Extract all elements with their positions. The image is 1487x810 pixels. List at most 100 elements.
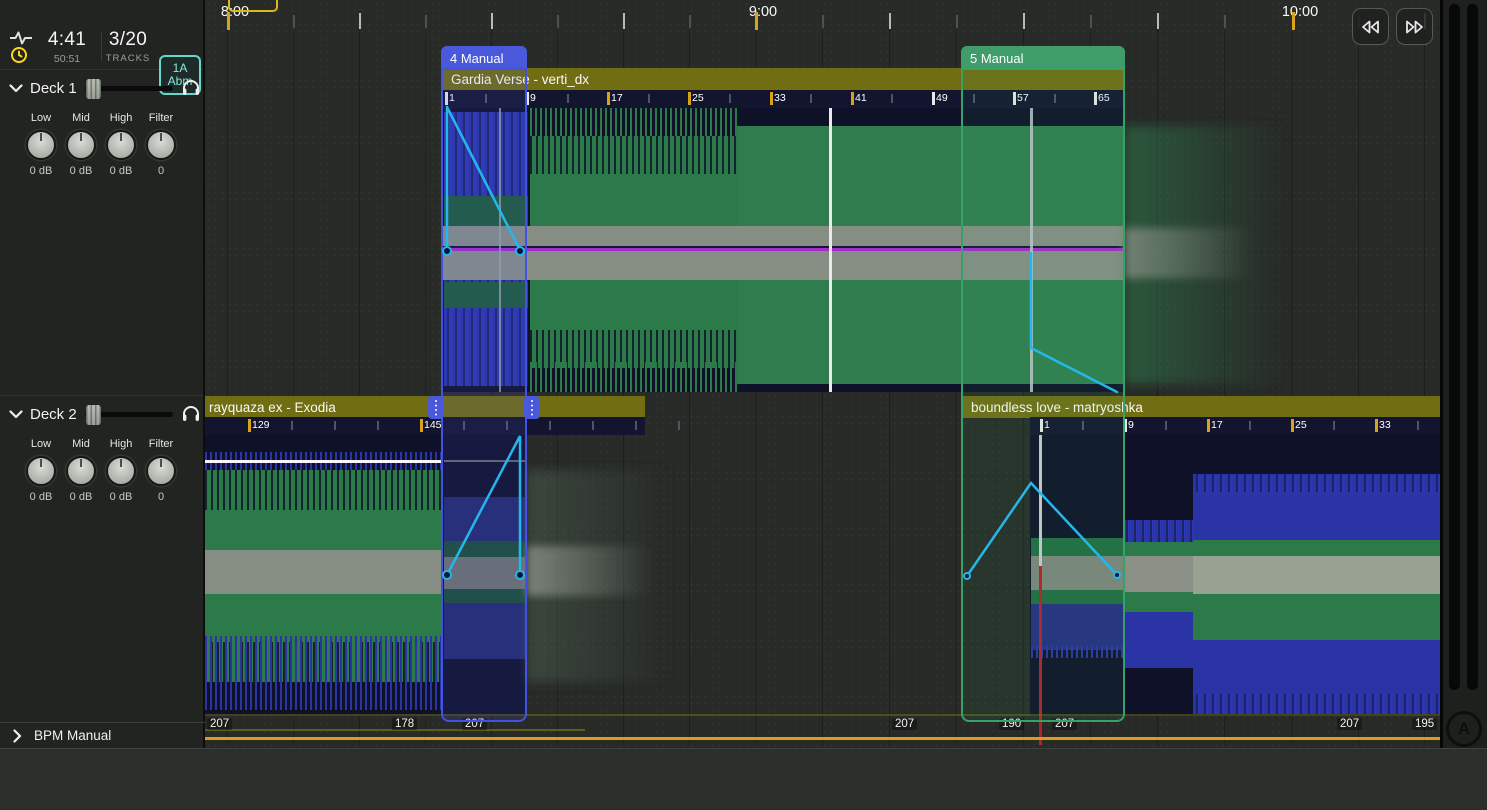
beat-number: 17: [1211, 419, 1223, 431]
chevron-down-icon[interactable]: [9, 84, 23, 93]
beat-number: 25: [1295, 419, 1307, 431]
beat-minor-tick: [891, 94, 893, 103]
knob-value: 0 dB: [20, 165, 62, 177]
marker-region-body[interactable]: [441, 68, 527, 722]
bottom-toolbar: [0, 748, 1487, 810]
low-eq-knob[interactable]: [26, 130, 56, 160]
beat-number: 17: [611, 92, 623, 104]
clock-icon[interactable]: [10, 46, 28, 64]
rewind-icon: [1360, 18, 1381, 36]
beat-tick: [420, 419, 423, 432]
beat-number: 25: [692, 92, 704, 104]
bpm-value: 195: [1412, 718, 1437, 730]
fast-forward-button[interactable]: [1396, 8, 1433, 45]
beat-minor-tick: [635, 421, 637, 430]
marker-region-4-manual[interactable]: 4 Manual: [441, 46, 527, 722]
knob-value: 0: [140, 491, 182, 503]
beat-tick: [248, 419, 251, 432]
beat-tick: [851, 92, 854, 105]
deck-name[interactable]: Deck 2: [30, 406, 77, 423]
knob-label: Low: [20, 112, 62, 124]
app-logo: A: [1446, 711, 1482, 747]
deck-name[interactable]: Deck 1: [30, 80, 77, 97]
beat-tick: [1291, 419, 1294, 432]
knob-value: 0: [140, 165, 182, 177]
bpm-value: 207: [892, 718, 917, 730]
beat-minor-tick: [334, 421, 336, 430]
beat-minor-tick: [729, 94, 731, 103]
deck2-panel: Deck 2 Low 0 dB Mid 0 dB High 0: [0, 398, 205, 718]
bpm-panel-label: BPM Manual: [34, 728, 111, 743]
elapsed-time: 4:41: [38, 29, 96, 51]
chevron-down-icon[interactable]: [9, 410, 23, 419]
level-meter-strip: A: [1443, 0, 1487, 748]
low-eq-knob[interactable]: [26, 456, 56, 486]
beat-minor-tick: [810, 94, 812, 103]
level-meter-bar: [1449, 4, 1460, 690]
beat-ruler-exodia: 129 145: [205, 417, 645, 435]
bpm-value: 178: [392, 718, 417, 730]
beat-minor-tick: [1165, 421, 1167, 430]
deck-volume-handle[interactable]: [86, 79, 101, 99]
beat-number: 129: [252, 419, 270, 431]
beat-tick: [770, 92, 773, 105]
beat-minor-tick: [291, 421, 293, 430]
clip-titlebar-exodia[interactable]: rayquaza ex - Exodia: [205, 396, 645, 418]
bpm-value: 207: [1337, 718, 1362, 730]
time-ruler-label: 9:00: [749, 4, 777, 20]
knob-label: Mid: [60, 438, 102, 450]
beat-minor-tick: [549, 421, 551, 430]
knob-value: 0 dB: [100, 491, 142, 503]
automix-app: Gardia Verse - verti_dx 1 9 17 25 33 41 …: [0, 0, 1487, 810]
marker-tab[interactable]: 4 Manual: [441, 46, 527, 70]
region-handle-menu-icon[interactable]: [524, 396, 540, 419]
filter-knob[interactable]: [146, 130, 176, 160]
high-eq-knob[interactable]: [106, 130, 136, 160]
beat-tick: [932, 92, 935, 105]
marker-region-5-manual[interactable]: 5 Manual: [961, 46, 1125, 722]
beat-number: 9: [1128, 419, 1134, 431]
rewind-button[interactable]: [1352, 8, 1389, 45]
marker-region-body[interactable]: [961, 68, 1125, 722]
fast-forward-icon: [1404, 18, 1425, 36]
waveform-meter-icon: [9, 30, 33, 46]
track-position: 3/20: [103, 29, 153, 51]
bpm-value: 207: [207, 718, 232, 730]
marker-label: 4 Manual: [450, 51, 503, 66]
headphones-cue-icon[interactable]: [181, 78, 201, 96]
headphones-cue-icon[interactable]: [181, 404, 201, 422]
chevron-right-icon[interactable]: [13, 729, 22, 743]
beat-minor-tick: [377, 421, 379, 430]
session-info-row: 4:41 50:51 3/20 TRACKS 1A Abm: [0, 26, 205, 68]
beat-number: 9: [530, 92, 536, 104]
beat-minor-tick: [1417, 421, 1419, 430]
total-time: 50:51: [38, 53, 96, 65]
region-handle-menu-icon[interactable]: [428, 396, 444, 419]
marker-tab[interactable]: 5 Manual: [961, 46, 1125, 70]
tracks-label: TRACKS: [103, 53, 153, 64]
beat-minor-tick: [1249, 421, 1251, 430]
beat-minor-tick: [648, 94, 650, 103]
knob-value: 0 dB: [60, 491, 102, 503]
mid-eq-knob[interactable]: [66, 130, 96, 160]
beat-number: 49: [936, 92, 948, 104]
beat-minor-tick: [567, 94, 569, 103]
timeline-background[interactable]: [205, 0, 1440, 748]
mid-eq-knob[interactable]: [66, 456, 96, 486]
loop-marker-stub[interactable]: [228, 0, 278, 12]
clip-title: rayquaza ex - Exodia: [205, 400, 336, 415]
beat-minor-tick: [592, 421, 594, 430]
high-eq-knob[interactable]: [106, 456, 136, 486]
level-meter-bar: [1467, 4, 1478, 690]
beat-number: 41: [855, 92, 867, 104]
knob-label: Mid: [60, 112, 102, 124]
knob-value: 0 dB: [20, 491, 62, 503]
beat-number: 33: [1379, 419, 1391, 431]
sidebar: 4:41 50:51 3/20 TRACKS 1A Abm Deck 1: [0, 0, 205, 748]
bpm-panel-row[interactable]: BPM Manual: [0, 722, 205, 749]
beat-tick: [607, 92, 610, 105]
filter-knob[interactable]: [146, 456, 176, 486]
beat-minor-tick: [1333, 421, 1335, 430]
deck-volume-handle[interactable]: [86, 405, 101, 425]
knob-label: High: [100, 112, 142, 124]
